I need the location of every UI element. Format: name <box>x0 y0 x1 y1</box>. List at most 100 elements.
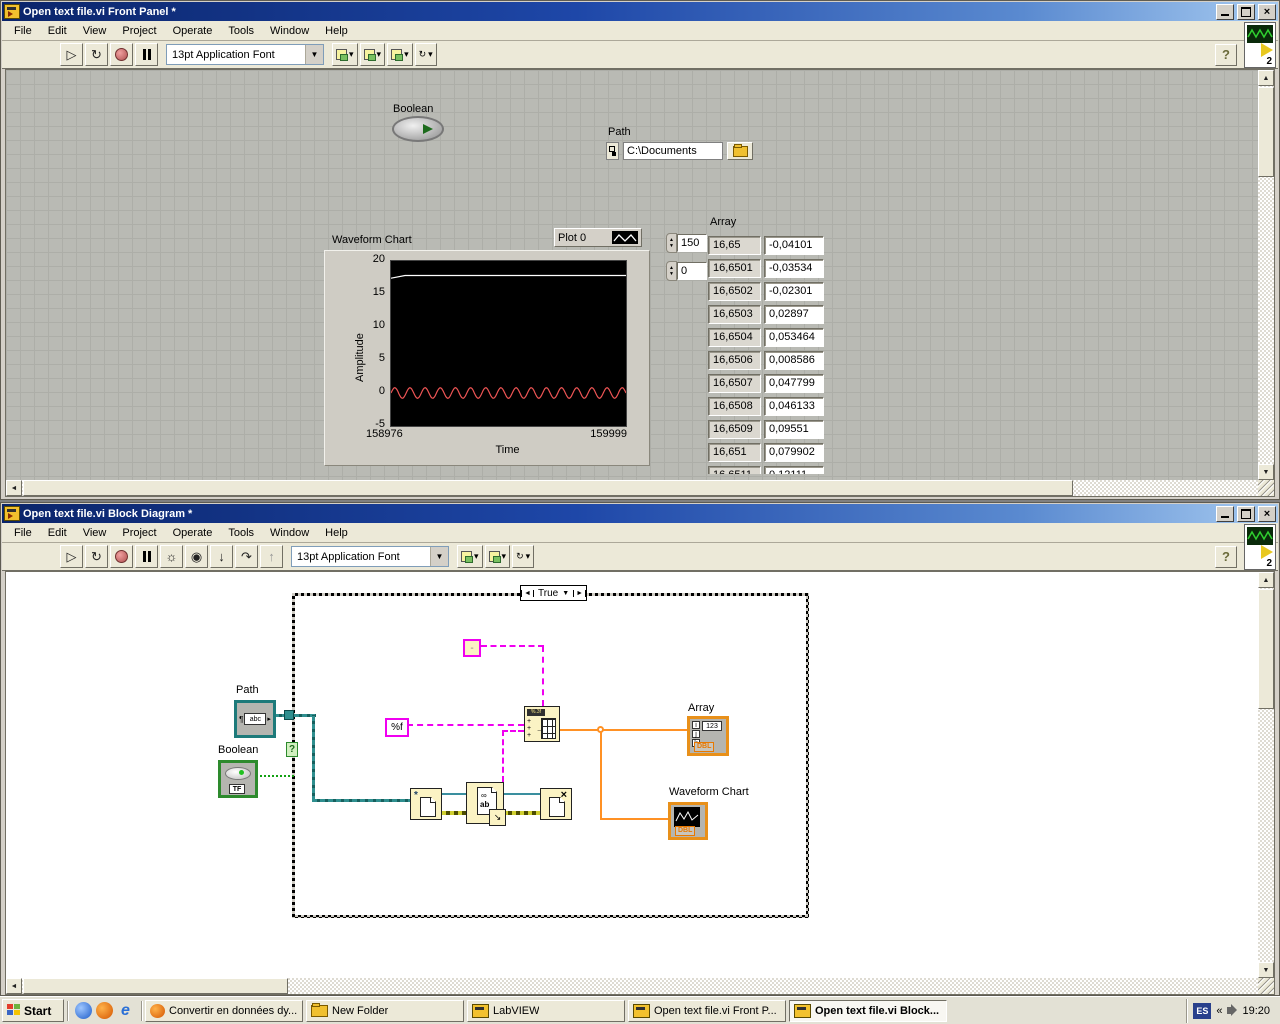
retain-wire-values-button[interactable]: ◉ <box>185 545 208 568</box>
case-selector[interactable]: ◄ True ▼ ► <box>520 585 588 601</box>
menu-file[interactable]: File <box>6 23 40 39</box>
step-over-button[interactable]: ↷ <box>235 545 258 568</box>
legend-line-style-icon[interactable] <box>612 231 638 244</box>
waveform-chart-terminal[interactable]: DBL <box>668 802 708 840</box>
font-selector[interactable]: 13pt Application Font ▼ <box>166 44 324 65</box>
block-diagram-titlebar[interactable]: Open text file.vi Block Diagram * × <box>2 504 1278 523</box>
waveform-chart[interactable]: Waveform Chart Plot 0 Amplitude 20 15 10 5 0… <box>324 228 650 466</box>
menu-window[interactable]: Window <box>262 23 317 39</box>
run-continuous-button[interactable]: ↻ <box>85 545 108 568</box>
abort-button[interactable] <box>110 545 133 568</box>
pause-button[interactable] <box>135 545 158 568</box>
maximize-button[interactable] <box>1237 505 1255 522</box>
vertical-scrollbar[interactable]: ▲ ▼ <box>1258 572 1274 978</box>
align-objects-button[interactable]: ▾ <box>457 545 483 568</box>
scroll-down-icon[interactable]: ▼ <box>1258 464 1274 480</box>
string-constant[interactable]: - <box>463 639 481 657</box>
scrollbar-thumb[interactable] <box>1258 589 1274 709</box>
path-terminal[interactable]: ¶ abc ▸ <box>234 700 276 738</box>
firefox-icon[interactable] <box>96 1002 113 1019</box>
menu-view[interactable]: View <box>75 525 115 541</box>
resize-objects-button[interactable]: ▾ <box>387 43 413 66</box>
close-file-function[interactable]: × <box>540 788 572 820</box>
array-cell[interactable]: 16,6507 <box>708 374 761 393</box>
array-cell[interactable]: 0,079902 <box>764 443 824 462</box>
internet-explorer-icon[interactable]: e <box>117 1002 134 1019</box>
index-spinner-icon[interactable]: ▲ ▼ <box>666 233 677 253</box>
scroll-up-icon[interactable]: ▲ <box>1258 70 1274 86</box>
combo-arrow-icon[interactable]: ▼ <box>305 45 323 64</box>
array-row-index-value[interactable]: 150 <box>677 234 707 252</box>
scrollbar-thumb[interactable] <box>23 978 288 994</box>
index-spinner-icon[interactable]: ▲ ▼ <box>666 261 677 281</box>
minimize-button[interactable] <box>1216 505 1234 522</box>
reorder-button[interactable]: ↻ ▾ <box>414 43 437 66</box>
array-cell[interactable]: 16,6506 <box>708 351 761 370</box>
pause-button[interactable] <box>135 43 158 66</box>
menu-help[interactable]: Help <box>317 525 356 541</box>
step-into-button[interactable]: ↓ <box>210 545 233 568</box>
close-button[interactable]: × <box>1258 505 1276 522</box>
boolean-push-button[interactable] <box>392 116 444 142</box>
menu-tools[interactable]: Tools <box>220 525 262 541</box>
open-create-file-function[interactable]: * <box>410 788 442 820</box>
case-tunnel[interactable] <box>284 710 294 720</box>
distribute-objects-button[interactable]: ▾ <box>484 545 511 568</box>
minimize-button[interactable] <box>1216 3 1234 20</box>
scroll-left-icon[interactable]: ◄ <box>6 978 22 994</box>
menu-operate[interactable]: Operate <box>165 525 221 541</box>
menu-project[interactable]: Project <box>114 525 164 541</box>
array-cell[interactable]: 0,008586 <box>764 351 824 370</box>
run-button[interactable]: ▷ <box>60 43 83 66</box>
align-objects-button[interactable]: ▾ <box>332 43 358 66</box>
front-panel-titlebar[interactable]: Open text file.vi Front Panel * × <box>2 2 1278 21</box>
case-structure[interactable] <box>292 593 809 918</box>
array-cell[interactable]: 16,6504 <box>708 328 761 347</box>
tray-chevron-icon[interactable]: « <box>1216 1005 1222 1017</box>
taskbar-item[interactable]: New Folder <box>306 999 464 1022</box>
format-string-constant[interactable]: %f <box>385 718 409 737</box>
array-cell[interactable]: -0,02301 <box>764 282 824 301</box>
vertical-scrollbar[interactable]: ▲ ▼ <box>1258 70 1274 480</box>
highlight-execution-button[interactable]: ☼ <box>160 545 183 568</box>
array-cell[interactable]: 16,65 <box>708 236 761 255</box>
menu-operate[interactable]: Operate <box>165 23 221 39</box>
array-cell[interactable]: 16,6501 <box>708 259 761 278</box>
scrollbar-thumb[interactable] <box>23 480 1073 496</box>
horizontal-scrollbar[interactable]: ◄ <box>6 480 1258 496</box>
array-cell[interactable]: 16,651 <box>708 443 761 462</box>
close-button[interactable]: × <box>1258 3 1276 20</box>
horizontal-scrollbar[interactable]: ◄ <box>6 978 1258 994</box>
case-dropdown-icon[interactable]: ▼ <box>562 590 569 597</box>
path-type-icon[interactable] <box>606 142 619 160</box>
scroll-up-icon[interactable]: ▲ <box>1258 572 1274 588</box>
array-cell[interactable]: 0,046133 <box>764 397 824 416</box>
step-out-button[interactable]: ↑ <box>260 545 283 568</box>
scroll-down-icon[interactable]: ▼ <box>1258 962 1274 978</box>
case-next-icon[interactable]: ► <box>573 589 587 597</box>
array-cell[interactable]: 0,12111 <box>764 466 824 474</box>
read-text-file-function[interactable]: ∞ ab ↘ <box>466 782 506 826</box>
abort-button[interactable] <box>110 43 133 66</box>
menu-edit[interactable]: Edit <box>40 525 75 541</box>
plot-area[interactable] <box>390 260 627 427</box>
resize-grip[interactable] <box>1258 480 1274 496</box>
path-value-field[interactable]: C:\Documents <box>623 142 723 160</box>
menu-help[interactable]: Help <box>317 23 356 39</box>
app-icon[interactable] <box>75 1002 92 1019</box>
array-cell[interactable]: -0,04101 <box>764 236 824 255</box>
reorder-button[interactable]: ↻ ▾ <box>512 545 535 568</box>
plot-legend[interactable]: Plot 0 <box>554 228 642 247</box>
array-terminal[interactable]: i j k 123 DBL <box>687 716 729 756</box>
array-cell[interactable]: 0,09551 <box>764 420 824 439</box>
array-cell[interactable]: 16,6502 <box>708 282 761 301</box>
language-indicator[interactable]: ES <box>1193 1002 1212 1019</box>
array-cell[interactable]: 0,02897 <box>764 305 824 324</box>
boolean-terminal[interactable]: TF <box>218 760 258 798</box>
combo-arrow-icon[interactable]: ▼ <box>430 547 448 566</box>
array-cell[interactable]: 0,053464 <box>764 328 824 347</box>
array-cell[interactable]: 16,6503 <box>708 305 761 324</box>
maximize-button[interactable] <box>1237 3 1255 20</box>
array-cell[interactable]: 16,6511 <box>708 466 761 474</box>
menu-file[interactable]: File <box>6 525 40 541</box>
